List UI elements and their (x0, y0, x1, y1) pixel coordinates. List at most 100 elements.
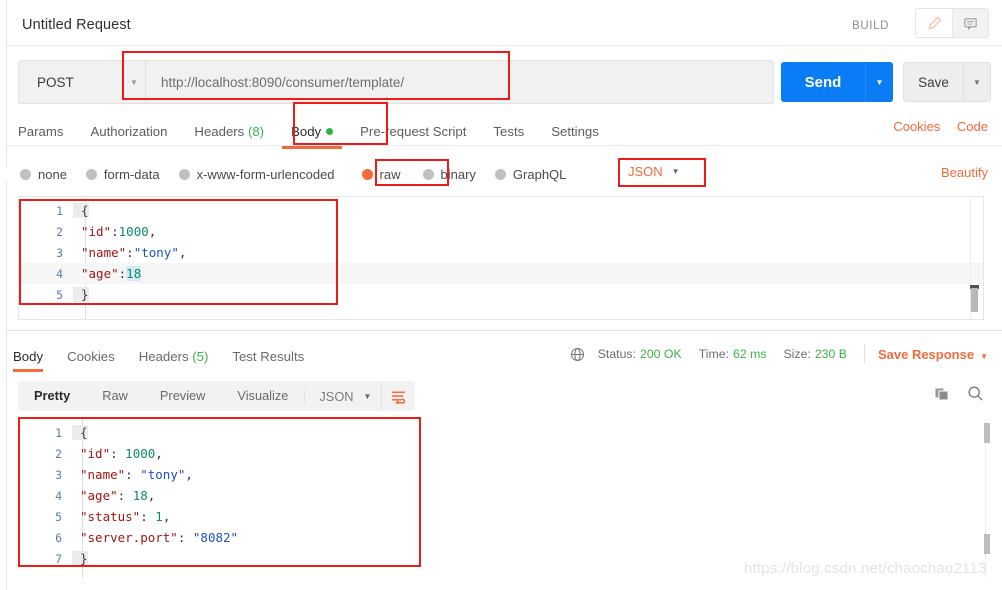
url-input[interactable]: http://localhost:8090/consumer/template/ (146, 75, 773, 90)
save-options-caret-icon[interactable]: ▼ (963, 62, 991, 102)
response-format-selector[interactable]: JSON ▼ (304, 388, 381, 404)
json-value: 1 (155, 509, 163, 524)
response-scrollbar-thumb-top[interactable] (984, 423, 990, 443)
comment-icon (964, 17, 977, 30)
edit-button[interactable] (916, 9, 952, 37)
word-wrap-icon (392, 391, 406, 404)
json-value: 1000 (125, 446, 156, 461)
radio-none[interactable]: none (20, 167, 67, 182)
json-comma: , (147, 488, 156, 503)
save-button[interactable]: Save (903, 62, 963, 102)
send-button[interactable]: Send (781, 62, 865, 102)
response-actions (934, 385, 984, 407)
request-tabs-underline (7, 145, 1002, 146)
search-button[interactable] (967, 385, 984, 407)
line-content: "id": 1000, (72, 446, 163, 461)
code-line: 1 { (19, 200, 983, 221)
response-scrollbar-thumb-bottom[interactable] (984, 534, 990, 554)
request-format-label: JSON (628, 164, 663, 179)
json-key: "age" (81, 266, 119, 281)
tab-tests[interactable]: Tests (493, 124, 524, 139)
tab-headers[interactable]: Headers (8) (194, 124, 264, 139)
tab-params[interactable]: Params (18, 124, 63, 139)
code-line: 3 "name":"tony", (19, 242, 983, 263)
tab-settings[interactable]: Settings (551, 124, 599, 139)
radio-binary-label: binary (440, 166, 476, 182)
time-label: Time: (698, 347, 729, 361)
view-preview[interactable]: Preview (144, 381, 222, 411)
chevron-down-icon: ▼ (671, 167, 680, 176)
line-number: 5 (56, 287, 63, 302)
tab-body[interactable]: Body (282, 124, 343, 149)
chevron-down-icon[interactable]: ▼ (123, 78, 145, 87)
radio-raw-icon (361, 168, 373, 180)
request-format-selector[interactable]: JSON ▼ (628, 164, 680, 179)
radio-x-www-form-urlencoded[interactable]: x-www-form-urlencoded (178, 166, 335, 182)
line-number: 2 (55, 446, 62, 461)
json-value: 18 (132, 488, 148, 503)
save-response-button[interactable]: Save Response ▼ (878, 347, 988, 362)
tab-headers-label: Headers (194, 123, 245, 139)
tab-headers-count: (8) (247, 123, 265, 139)
code-link[interactable]: Code (957, 119, 988, 134)
beautify-link[interactable]: Beautify (941, 165, 988, 180)
response-tab-cookies[interactable]: Cookies (67, 349, 115, 364)
response-tab-test-results[interactable]: Test Results (232, 349, 304, 364)
radio-binary[interactable]: binary (422, 166, 476, 182)
radio-none-label: none (38, 166, 67, 182)
code-line: 4 "age": 18, (18, 485, 984, 506)
radio-raw[interactable]: raw (361, 167, 401, 182)
line-content: "status": 1, (72, 509, 170, 524)
word-wrap-button[interactable] (381, 381, 415, 411)
response-tab-body[interactable]: Body (13, 349, 44, 372)
request-body-editor[interactable]: 1 { 2 "id":1000, 3 "name":"tony", 4 "age… (18, 196, 984, 320)
line-number: 6 (55, 530, 62, 545)
json-comma: , (178, 245, 187, 260)
watermark: https://blog.csdn.net/chaochao2113 (744, 560, 987, 577)
response-format-label: JSON (319, 388, 354, 404)
line-number: 7 (55, 551, 62, 566)
tab-pre-request-script-label: Pre-request Script (360, 123, 467, 139)
radio-x-www-form-urlencoded-label: x-www-form-urlencoded (196, 166, 335, 182)
tab-authorization[interactable]: Authorization (90, 124, 167, 139)
response-tab-headers-count: (5) (192, 348, 209, 364)
send-options-caret-icon[interactable]: ▼ (865, 62, 893, 102)
view-pretty[interactable]: Pretty (18, 381, 86, 411)
line-content: "name":"tony", (73, 245, 186, 260)
response-tab-headers[interactable]: Headers (5) (139, 349, 209, 364)
radio-x-www-form-urlencoded-icon (178, 168, 190, 180)
tab-pre-request-script[interactable]: Pre-request Script (360, 124, 466, 139)
copy-button[interactable] (934, 386, 950, 407)
line-content: "age": 18, (72, 488, 155, 503)
response-body-editor[interactable]: 1 { 2 "id": 1000, 3 "name": "tony", 4 "a… (18, 418, 984, 578)
view-raw[interactable]: Raw (86, 381, 144, 411)
json-key: "status" (80, 509, 141, 524)
globe-icon (570, 347, 585, 362)
response-tabs: Body Cookies Headers (5) Test Results (13, 344, 328, 372)
json-value: 18 (126, 266, 142, 281)
request-header-links: Cookies Code (880, 119, 988, 134)
radio-graphql-icon (494, 168, 506, 180)
body-present-dot-icon (326, 127, 334, 135)
radio-graphql[interactable]: GraphQL (494, 167, 566, 182)
cookies-link[interactable]: Cookies (893, 119, 940, 134)
meta-divider (863, 345, 865, 363)
page-title: Untitled Request (22, 17, 131, 33)
panel-divider[interactable] (7, 330, 1002, 331)
comment-button[interactable] (952, 9, 988, 37)
status-badge: Status: 200 OK (598, 347, 682, 361)
code-line: 2 "id":1000, (19, 221, 983, 242)
view-visualize[interactable]: Visualize (221, 381, 304, 411)
request-scrollbar-thumb[interactable] (971, 288, 978, 312)
json-colon: : (125, 467, 141, 482)
search-icon (968, 386, 983, 401)
response-meta: Status: 200 OK Time: 62 ms Size: 230 B Save… (570, 345, 988, 363)
radio-form-data[interactable]: form-data (85, 167, 160, 182)
method-selector[interactable]: POST (19, 61, 123, 103)
json-key: "name" (81, 245, 127, 260)
line-content: "name": "tony", (72, 467, 193, 482)
line-number: 2 (56, 224, 63, 239)
chevron-down-icon: ▼ (980, 351, 988, 361)
code-line: 3 "name": "tony", (18, 464, 984, 485)
json-value: "tony" (140, 467, 186, 482)
